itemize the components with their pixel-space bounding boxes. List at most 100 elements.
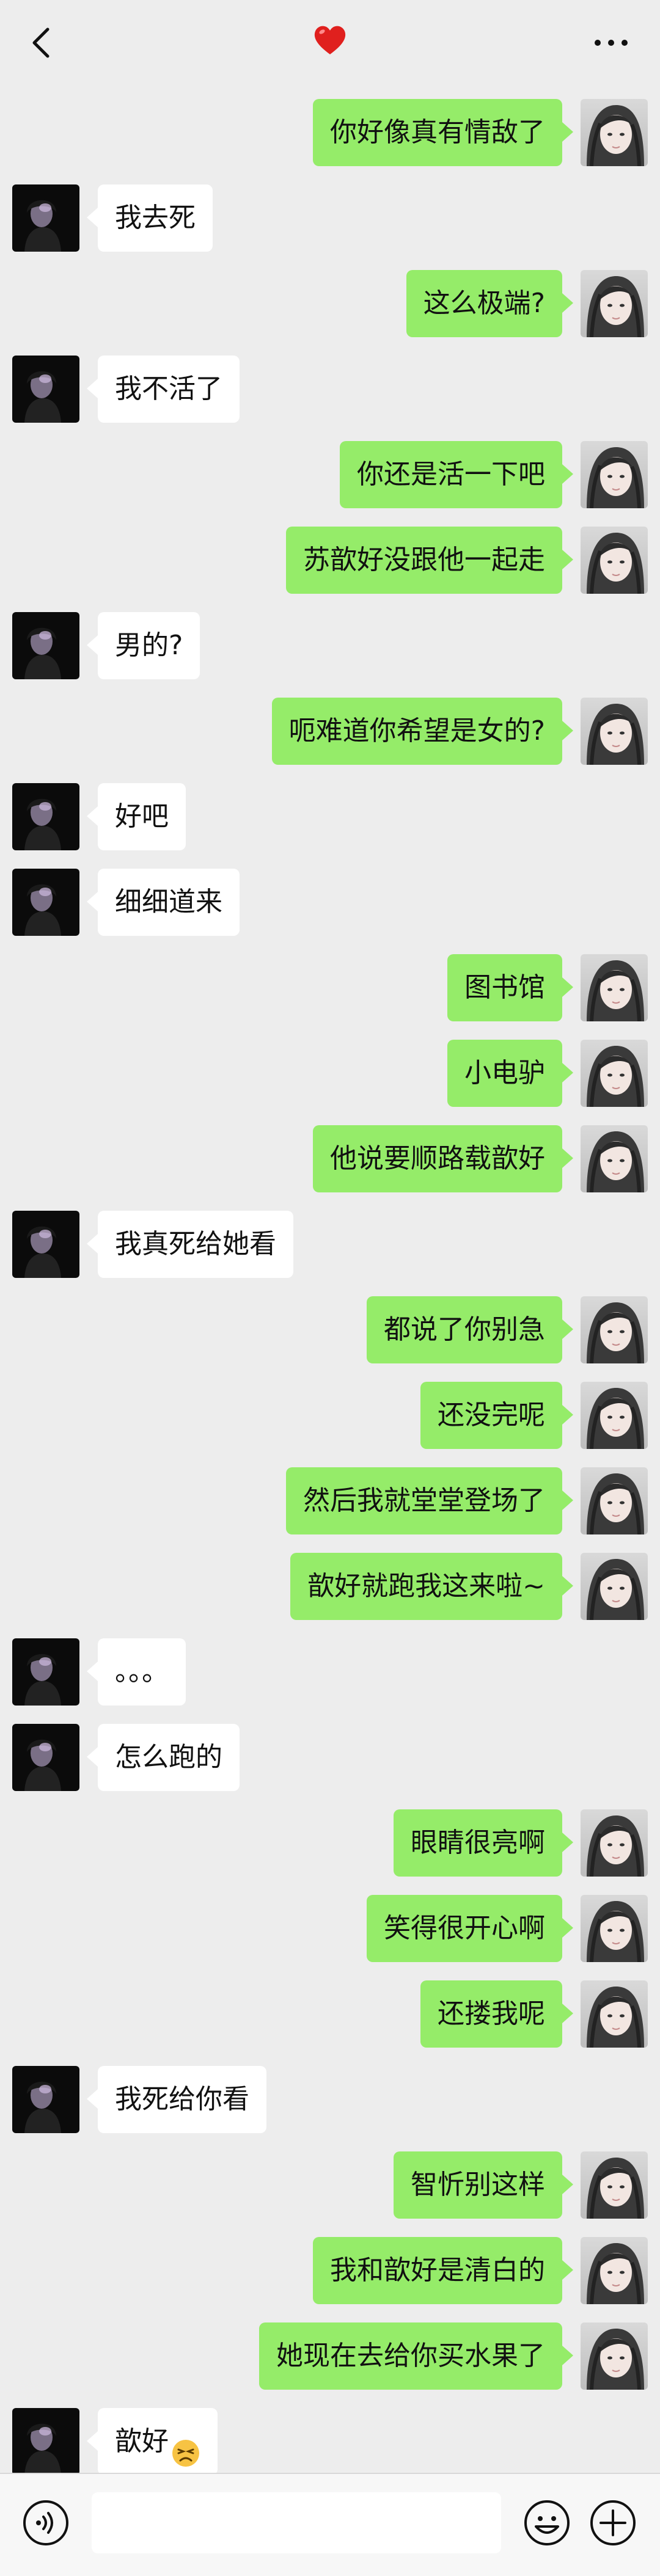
sent-message-bubble[interactable]: 你好像真有情敌了 xyxy=(313,99,573,166)
message-text: 歆好就跑我这来啦~ xyxy=(307,1571,545,1602)
sent-message-bubble[interactable]: 然后我就堂堂登场了 xyxy=(286,1467,573,1534)
my-avatar[interactable] xyxy=(581,1895,648,1962)
more-horizontal-icon[interactable] xyxy=(587,24,636,61)
message-row: 还搂我呢 xyxy=(0,1980,660,2048)
message-text: 还没完呢 xyxy=(438,1399,545,1431)
message-row: 我真死给她看 xyxy=(0,1211,660,1278)
my-avatar[interactable] xyxy=(581,99,648,166)
sent-message-bubble[interactable]: 图书馆 xyxy=(447,954,573,1021)
my-avatar[interactable] xyxy=(581,1809,648,1877)
message-text: 苏歆好没跟他一起走 xyxy=(303,544,545,575)
plus-circle-icon[interactable] xyxy=(588,2498,637,2547)
my-avatar[interactable] xyxy=(581,954,648,1021)
message-row: 这么极端? xyxy=(0,270,660,337)
received-message-bubble[interactable]: 歆好 xyxy=(87,2408,218,2473)
sent-message-bubble[interactable]: 歆好就跑我这来啦~ xyxy=(290,1553,573,1620)
my-avatar[interactable] xyxy=(581,270,648,337)
message-text: 呃难道你希望是女的? xyxy=(288,715,545,746)
message-row: 都说了你别急 xyxy=(0,1296,660,1363)
sent-message-bubble[interactable]: 这么极端? xyxy=(406,270,574,337)
message-row: 歆好就跑我这来啦~ xyxy=(0,1553,660,1620)
received-message-bubble[interactable]: 怎么跑的 xyxy=(87,1724,240,1791)
received-message-bubble[interactable]: 好吧 xyxy=(87,783,186,850)
message-row: 你好像真有情敌了 xyxy=(0,99,660,166)
sent-message-bubble[interactable]: 她现在去给你买水果了 xyxy=(259,2322,573,2390)
contact-avatar[interactable] xyxy=(12,356,79,423)
message-text: 我死给你看 xyxy=(115,2084,249,2115)
my-avatar[interactable] xyxy=(581,1467,648,1534)
received-message-bubble[interactable]: 我不活了 xyxy=(87,356,240,423)
message-row: 你还是活一下吧 xyxy=(0,441,660,508)
my-avatar[interactable] xyxy=(581,2237,648,2304)
message-row: 我去死 xyxy=(0,184,660,252)
sent-message-bubble[interactable]: 你还是活一下吧 xyxy=(340,441,573,508)
message-row: 图书馆 xyxy=(0,954,660,1021)
message-input[interactable] xyxy=(92,2492,501,2553)
my-avatar[interactable] xyxy=(581,698,648,765)
sent-message-bubble[interactable]: 智忻别这样 xyxy=(394,2151,573,2219)
sent-message-bubble[interactable]: 小电驴 xyxy=(447,1040,573,1107)
my-avatar[interactable] xyxy=(581,2151,648,2219)
my-avatar[interactable] xyxy=(581,527,648,594)
my-avatar[interactable] xyxy=(581,1296,648,1363)
my-avatar[interactable] xyxy=(581,1382,648,1449)
message-text: 图书馆 xyxy=(464,972,545,1003)
my-avatar[interactable] xyxy=(581,2322,648,2390)
sent-message-bubble[interactable]: 我和歆好是清白的 xyxy=(313,2237,573,2304)
sent-message-bubble[interactable]: 苏歆好没跟他一起走 xyxy=(286,527,573,594)
sent-message-bubble[interactable]: 还搂我呢 xyxy=(420,1980,573,2048)
sent-message-bubble[interactable]: 都说了你别急 xyxy=(367,1296,573,1363)
message-row: 我和歆好是清白的 xyxy=(0,2237,660,2304)
voice-icon[interactable] xyxy=(21,2498,70,2547)
received-message-bubble[interactable]: 我死给你看 xyxy=(87,2066,266,2133)
received-message-bubble[interactable]: 我去死 xyxy=(87,184,213,252)
contact-avatar[interactable] xyxy=(12,1724,79,1791)
my-avatar[interactable] xyxy=(581,1125,648,1192)
message-text: 。。。 xyxy=(115,1656,169,1687)
received-message-bubble[interactable]: 我真死给她看 xyxy=(87,1211,293,1278)
my-avatar[interactable] xyxy=(581,441,648,508)
contact-avatar[interactable] xyxy=(12,2066,79,2133)
message-row: 他说要顺路载歆好 xyxy=(0,1125,660,1192)
message-row: 。。。 xyxy=(0,1638,660,1706)
message-text: 好吧 xyxy=(115,801,169,832)
sent-message-bubble[interactable]: 眼睛很亮啊 xyxy=(394,1809,573,1877)
contact-avatar[interactable] xyxy=(12,1638,79,1706)
sent-message-bubble[interactable]: 笑得很开心啊 xyxy=(367,1895,573,1962)
contact-avatar[interactable] xyxy=(12,2408,79,2473)
received-message-bubble[interactable]: 。。。 xyxy=(87,1638,186,1706)
message-text: 小电驴 xyxy=(464,1057,545,1089)
message-text: 我真死给她看 xyxy=(115,1228,276,1260)
contact-avatar[interactable] xyxy=(12,1211,79,1278)
message-text: 你还是活一下吧 xyxy=(357,459,545,490)
contact-avatar[interactable] xyxy=(12,869,79,936)
my-avatar[interactable] xyxy=(581,1040,648,1107)
message-row: 我不活了 xyxy=(0,356,660,423)
message-row: 笑得很开心啊 xyxy=(0,1895,660,1962)
sent-message-bubble[interactable]: 呃难道你希望是女的? xyxy=(271,698,574,765)
message-row: 然后我就堂堂登场了 xyxy=(0,1467,660,1534)
received-message-bubble[interactable]: 男的? xyxy=(86,612,200,679)
message-text: 智忻别这样 xyxy=(411,2169,545,2200)
received-message-bubble[interactable]: 细细道来 xyxy=(87,869,240,936)
sent-message-bubble[interactable]: 还没完呢 xyxy=(420,1382,573,1449)
chevron-left-icon[interactable] xyxy=(24,24,61,61)
message-row: 智忻别这样 xyxy=(0,2151,660,2219)
my-avatar[interactable] xyxy=(581,1980,648,2048)
contact-avatar[interactable] xyxy=(12,783,79,850)
message-text: 细细道来 xyxy=(115,886,222,918)
smiley-icon[interactable] xyxy=(522,2498,571,2547)
message-text: 还搂我呢 xyxy=(438,1998,545,2029)
message-row: 苏歆好没跟他一起走 xyxy=(0,527,660,594)
message-list[interactable]: 你好像真有情敌了我去死这么极端? 我不活了你还是活一下吧苏歆好没跟他一起走男的? 呃… xyxy=(0,86,660,2473)
contact-avatar[interactable] xyxy=(12,184,79,252)
message-row: 眼睛很亮啊 xyxy=(0,1809,660,1877)
message-row: 怎么跑的 xyxy=(0,1724,660,1791)
contact-avatar[interactable] xyxy=(12,612,79,679)
message-text: 你好像真有情敌了 xyxy=(330,117,545,148)
message-row: 好吧 xyxy=(0,783,660,850)
message-text: 这么极端? xyxy=(423,288,545,319)
my-avatar[interactable] xyxy=(581,1553,648,1620)
message-row: 我死给你看 xyxy=(0,2066,660,2133)
sent-message-bubble[interactable]: 他说要顺路载歆好 xyxy=(313,1125,573,1192)
